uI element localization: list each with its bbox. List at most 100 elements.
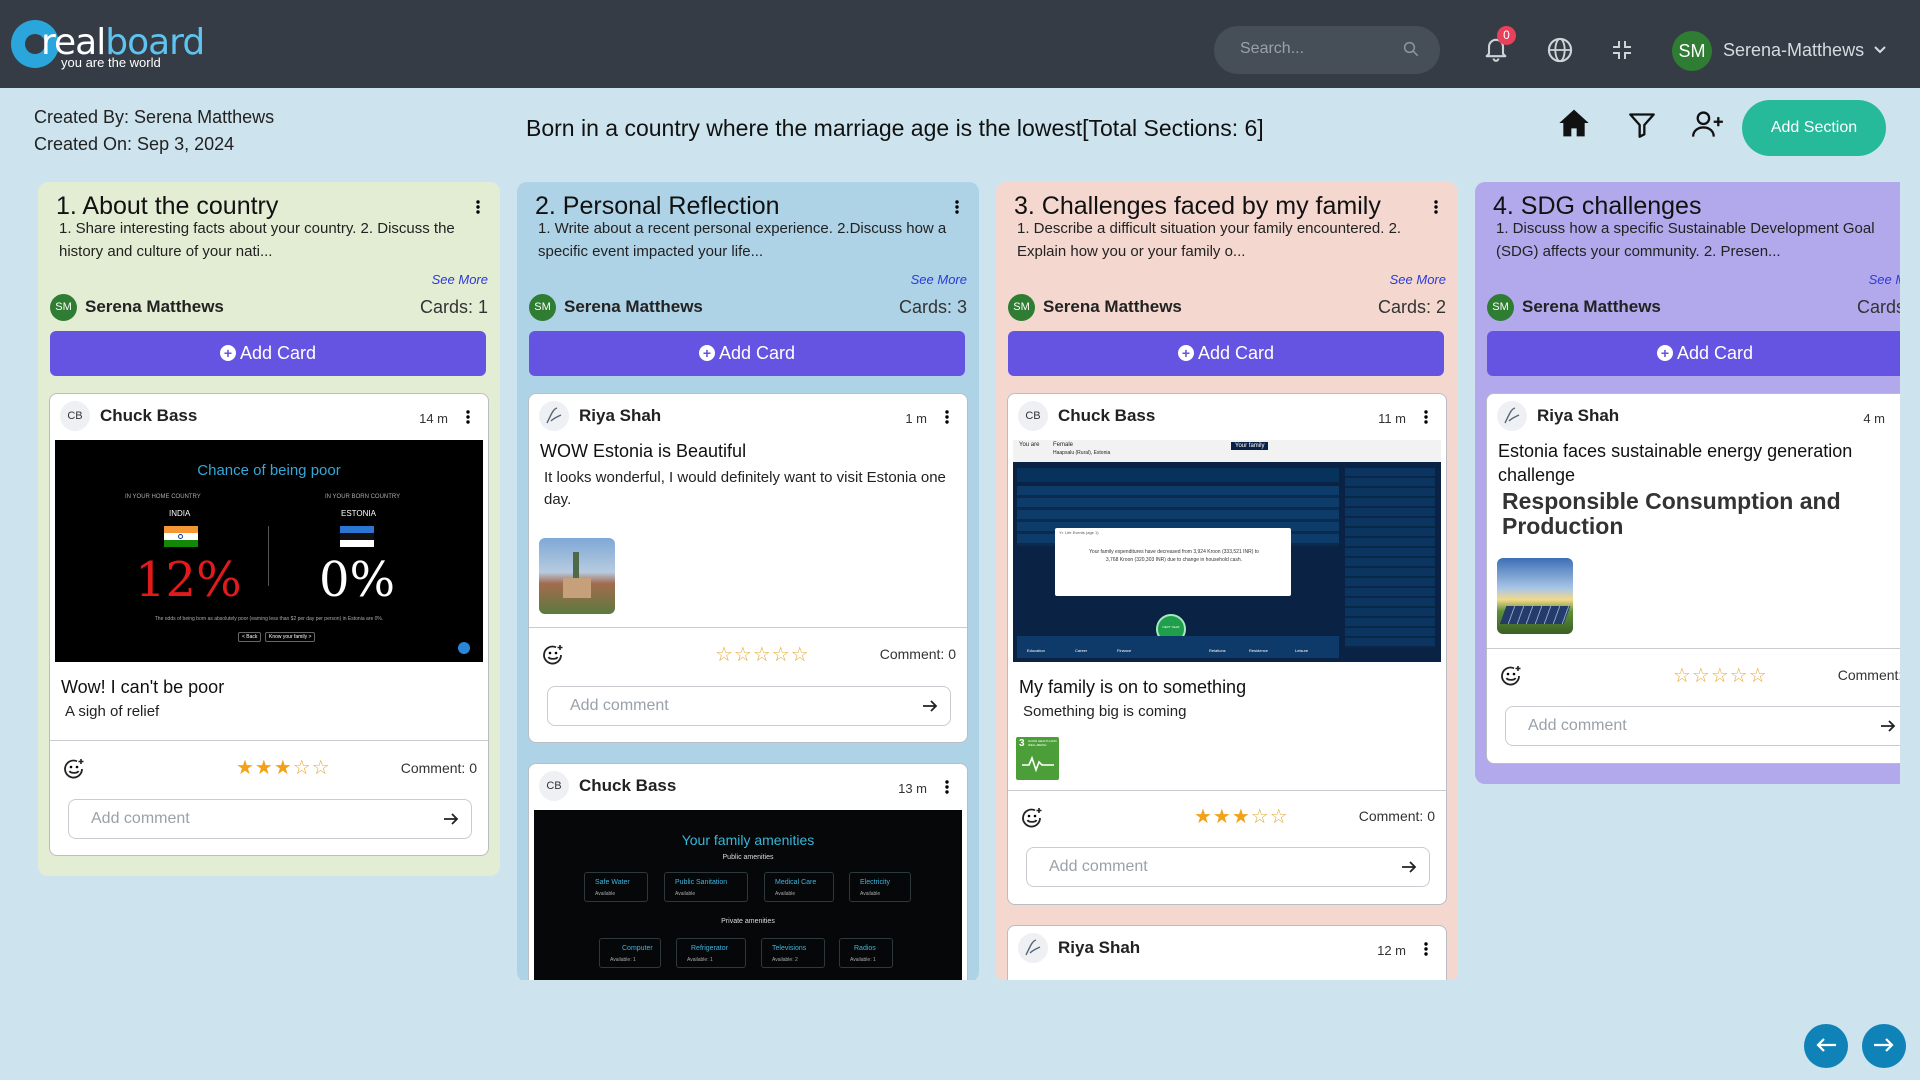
card-media-amenities[interactable]: Your family amenities Public amenities S… — [534, 810, 962, 980]
add-card-button[interactable]: + Add Card — [1487, 331, 1900, 376]
card-time: 4 m — [1863, 411, 1885, 426]
kebab-menu-icon[interactable] — [476, 200, 480, 214]
sim-tab[interactable]: Career — [1075, 648, 1087, 653]
emoji-reaction-icon[interactable] — [1499, 664, 1523, 688]
comment-input[interactable] — [91, 810, 411, 828]
add-card-button[interactable]: + Add Card — [1008, 331, 1444, 376]
emoji-reaction-icon[interactable] — [62, 757, 86, 781]
send-arrow-icon[interactable] — [1880, 719, 1896, 733]
india-flag-icon — [164, 526, 198, 547]
search-input[interactable] — [1240, 40, 1400, 58]
scroll-left-button[interactable] — [1804, 1024, 1848, 1068]
card[interactable]: Riya Shah 4 m Estonia faces sustainable … — [1486, 393, 1900, 764]
media-back-button[interactable]: < Back — [238, 632, 262, 642]
add-user-icon[interactable] — [1692, 110, 1724, 138]
card[interactable]: CB Chuck Bass 13 m Your family amenities… — [528, 763, 968, 980]
solar-panels-photo[interactable] — [1497, 558, 1573, 634]
card-title: WOW Estonia is Beautiful — [540, 441, 747, 461]
section-owner: Serena Matthews — [1522, 297, 1661, 316]
see-more-link[interactable]: See More — [1869, 272, 1900, 287]
help-icon[interactable] — [458, 642, 470, 654]
star-rating[interactable]: ★★★☆☆ — [236, 755, 331, 780]
avatar: CB — [60, 401, 90, 431]
emoji-reaction-icon[interactable] — [541, 643, 565, 667]
see-more-link[interactable]: See More — [432, 272, 488, 287]
sim-tab[interactable]: Finance — [1117, 648, 1131, 653]
comment-count: Comment: 0 — [1837, 667, 1900, 683]
filter-icon[interactable] — [1628, 112, 1656, 138]
user-name[interactable]: Serena-Matthews — [1723, 40, 1864, 61]
card-media-simulation[interactable]: You are Female Haapsalu (Rural), Estonia… — [1013, 440, 1441, 662]
cards-count: Cards: 3 — [898, 297, 967, 317]
sim-tab[interactable]: Residence — [1249, 648, 1268, 653]
amenity-tile: Televisions Available: 2 — [761, 938, 825, 968]
comment-box[interactable] — [1026, 847, 1430, 887]
kebab-menu-icon[interactable] — [1434, 200, 1438, 214]
collapse-icon[interactable] — [1610, 38, 1634, 62]
star-rating[interactable]: ☆☆☆☆☆ — [1673, 663, 1768, 688]
star-rating[interactable]: ☆☆☆☆☆ — [715, 642, 810, 667]
card-author: Chuck Bass — [579, 776, 677, 795]
star-rating[interactable]: ★★★☆☆ — [1194, 804, 1289, 829]
emoji-reaction-icon[interactable] — [1020, 806, 1044, 830]
comment-box[interactable] — [1505, 706, 1900, 746]
kebab-menu-icon[interactable] — [1424, 410, 1428, 424]
board-columns[interactable]: 1. About the country 1. Share interestin… — [0, 180, 1900, 980]
card[interactable]: CB Chuck Bass 11 m You are Female Haapsa… — [1007, 393, 1447, 905]
send-arrow-icon[interactable] — [443, 812, 459, 826]
search-icon[interactable] — [1402, 40, 1420, 58]
sim-tab[interactable]: Relations — [1209, 648, 1226, 653]
kebab-menu-icon[interactable] — [955, 200, 959, 214]
avatar — [1497, 401, 1527, 431]
scroll-right-button[interactable] — [1862, 1024, 1906, 1068]
add-card-button[interactable]: + Add Card — [50, 331, 486, 376]
realboard-logo[interactable]: realboard you are the world — [11, 18, 205, 72]
media-heading: Chance of being poor — [197, 462, 341, 479]
card-author: Riya Shah — [1058, 938, 1141, 957]
card-media-poverty[interactable]: Chance of being poor IN YOUR HOME COUNTR… — [55, 440, 483, 662]
life-event-popup[interactable]: Yr. Life Events (age 1) Your family expe… — [1055, 528, 1291, 596]
add-card-label: Add Card — [239, 343, 317, 363]
chevron-down-icon[interactable] — [1874, 46, 1886, 54]
section-sdg-challenges: 4. SDG challenges 1. Discuss how a speci… — [1475, 182, 1900, 784]
globe-icon[interactable] — [1546, 36, 1574, 64]
comment-box[interactable] — [547, 686, 951, 726]
add-section-button[interactable]: Add Section — [1742, 100, 1886, 156]
section-owner: Serena Matthews — [564, 297, 703, 316]
comment-input[interactable] — [570, 697, 890, 715]
send-arrow-icon[interactable] — [922, 699, 938, 713]
add-card-label: Add Card — [1197, 343, 1275, 363]
amenity-tile: Refrigerator Available: 1 — [676, 938, 746, 968]
card-author: Riya Shah — [579, 406, 662, 425]
see-more-link[interactable]: See More — [911, 272, 967, 287]
media-left-country: INDIA — [169, 509, 191, 518]
card[interactable]: CB Chuck Bass 14 m Chance of being poor … — [49, 393, 489, 856]
send-arrow-icon[interactable] — [1401, 860, 1417, 874]
section-description: 1. Write about a recent personal experie… — [538, 220, 947, 260]
comment-box[interactable] — [68, 799, 472, 839]
kebab-menu-icon[interactable] — [945, 410, 949, 424]
section-about-the-country: 1. About the country 1. Share interestin… — [38, 182, 500, 876]
avatar: SM — [1008, 294, 1035, 321]
kebab-menu-icon[interactable] — [466, 410, 470, 424]
tallinn-photo[interactable] — [539, 538, 615, 614]
see-more-link[interactable]: See More — [1390, 272, 1446, 287]
sim-tab[interactable]: Education — [1027, 648, 1045, 653]
comment-input[interactable] — [1528, 717, 1848, 735]
card-time: 13 m — [898, 781, 927, 796]
search-box[interactable] — [1214, 26, 1440, 74]
media-next-button[interactable]: Know your family > — [265, 632, 316, 642]
card-author: Riya Shah — [1537, 406, 1620, 425]
private-amenities-label: Private amenities — [721, 918, 775, 925]
kebab-menu-icon[interactable] — [945, 780, 949, 794]
user-avatar[interactable]: SM — [1672, 31, 1712, 71]
media-right-caption: IN YOUR BORN COUNTRY — [325, 494, 401, 500]
arrow-left-icon — [1816, 1037, 1836, 1052]
card[interactable]: Riya Shah 1 m WOW Estonia is Beautiful I… — [528, 393, 968, 743]
home-icon[interactable] — [1558, 108, 1590, 138]
add-card-button[interactable]: + Add Card — [529, 331, 965, 376]
kebab-menu-icon[interactable] — [1424, 942, 1428, 956]
comment-input[interactable] — [1049, 858, 1369, 876]
sim-tab[interactable]: Leisure — [1295, 648, 1308, 653]
card[interactable]: Riya Shah 12 m — [1007, 925, 1447, 980]
